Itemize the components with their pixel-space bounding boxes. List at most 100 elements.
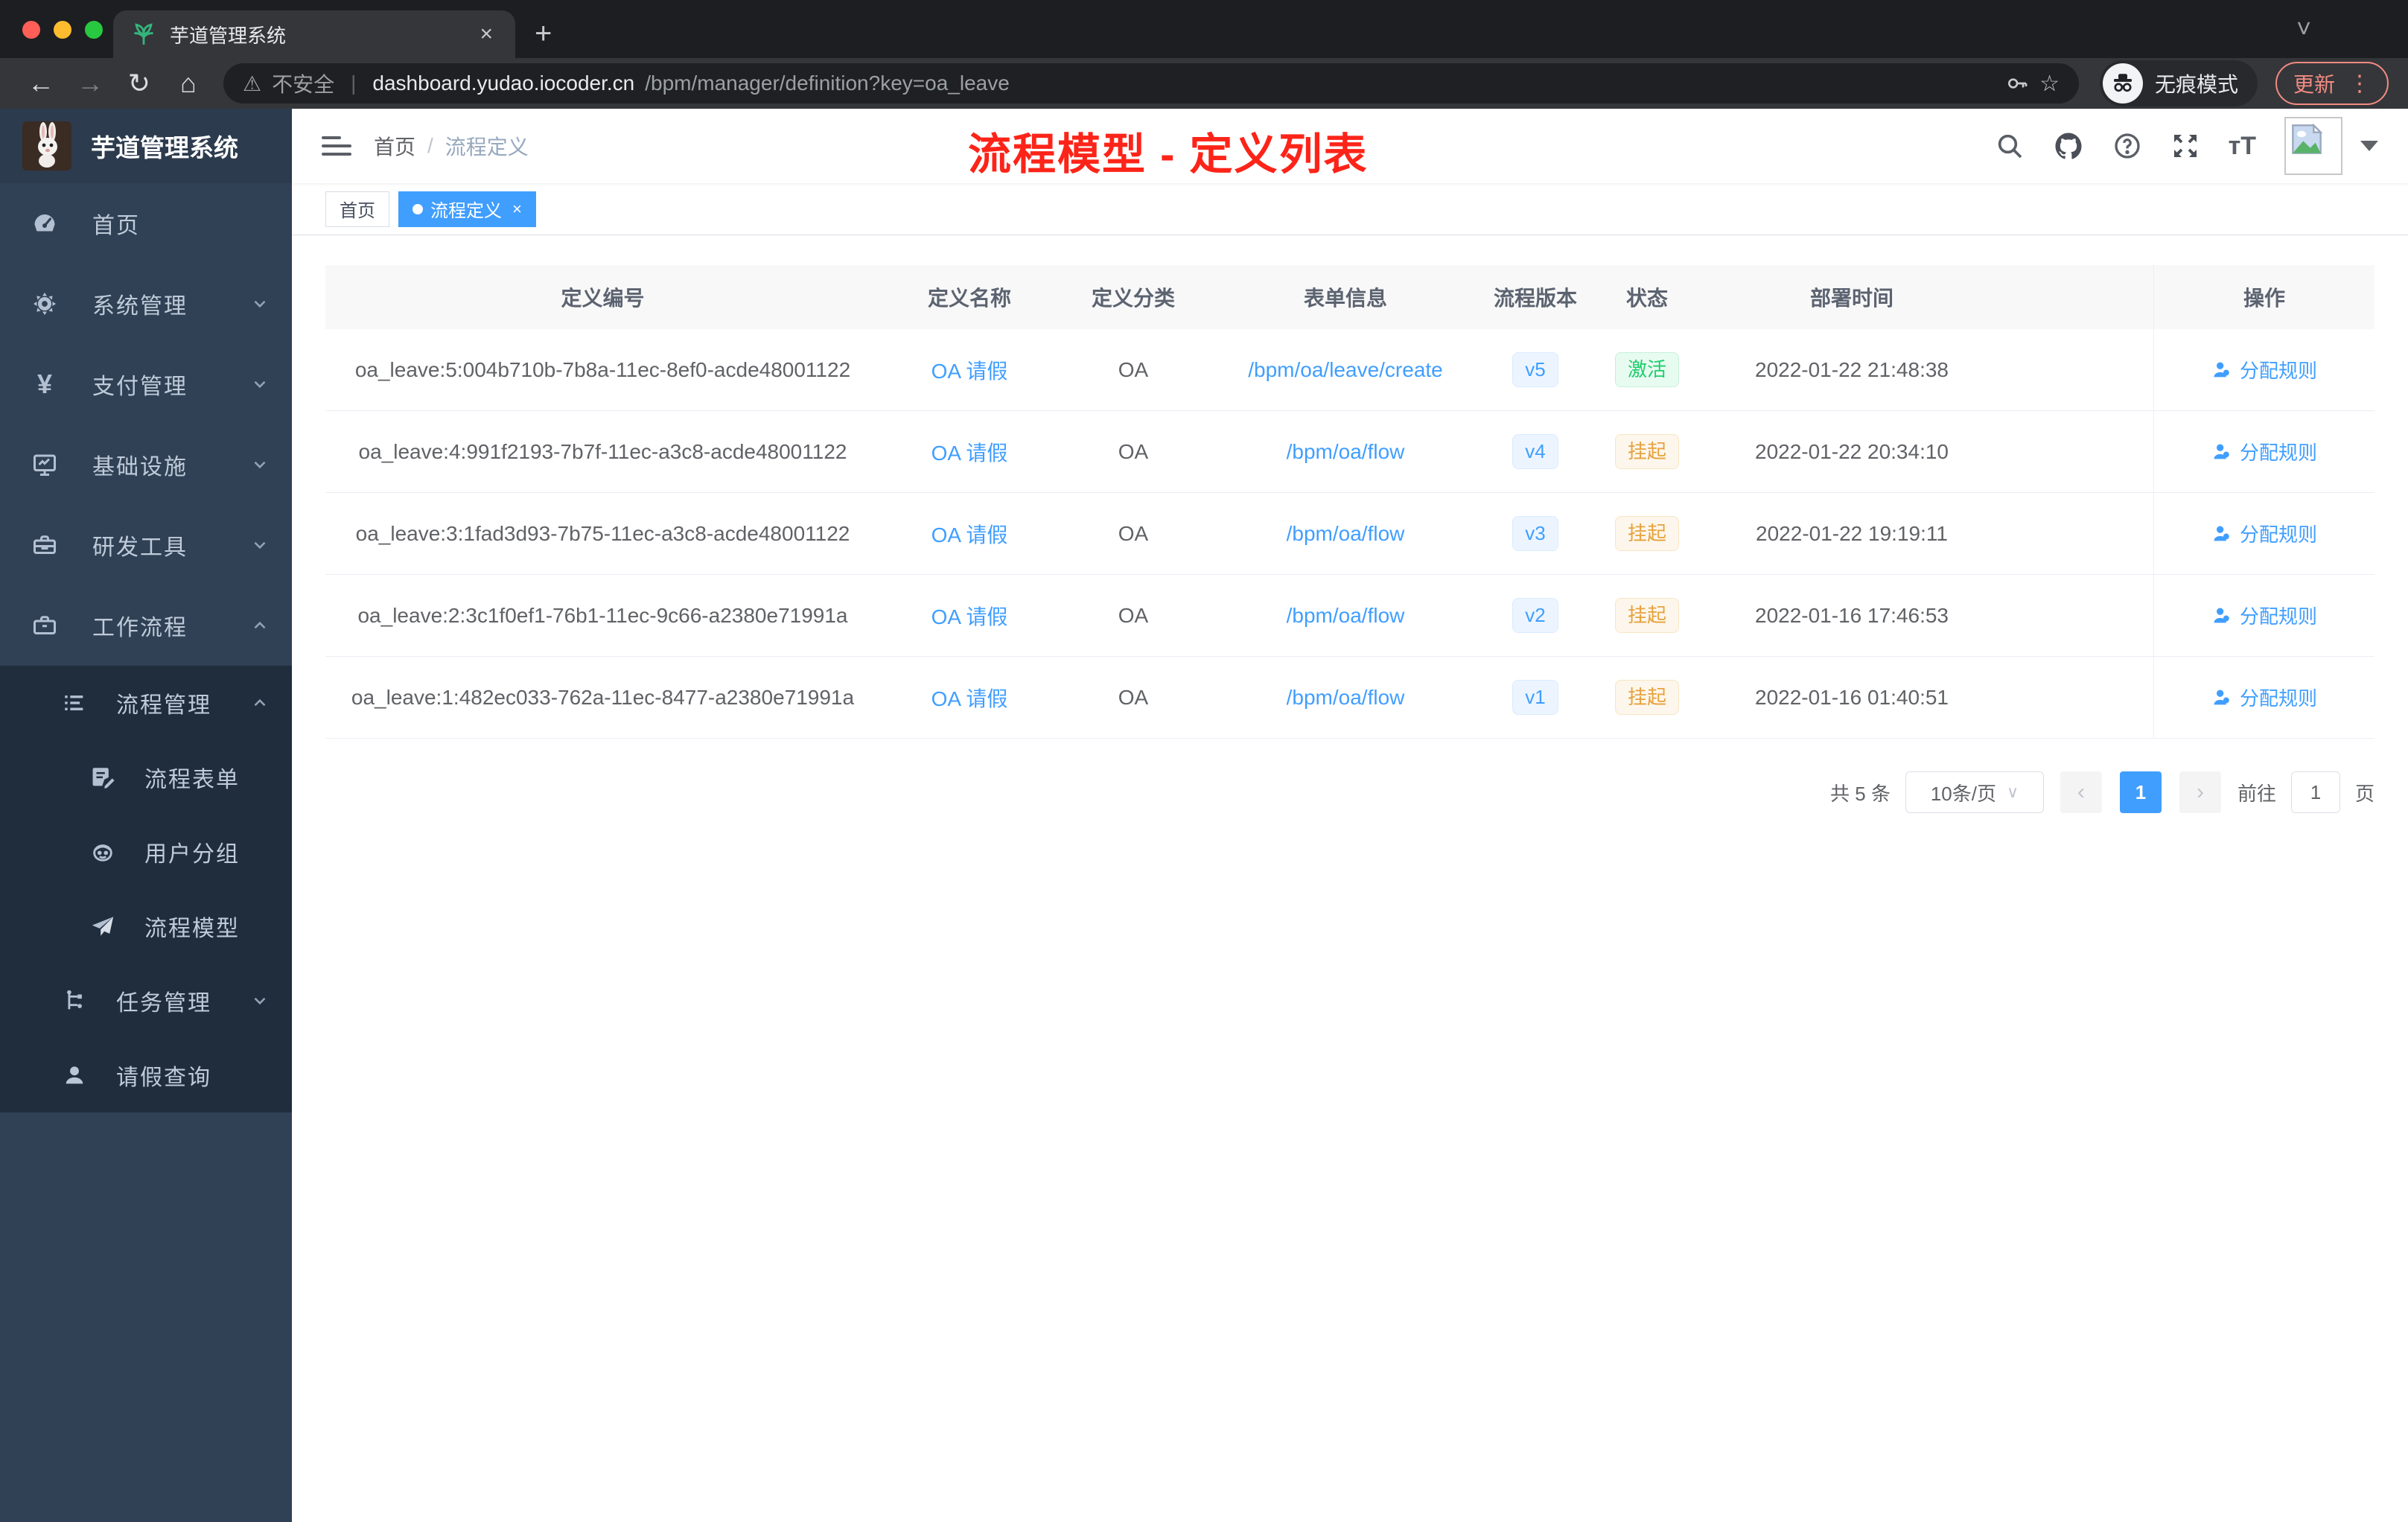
sidebar-item-label: 任务管理 bbox=[116, 991, 211, 1016]
assign-rule-label: 分配规则 bbox=[2239, 523, 2317, 546]
browser-tab[interactable]: 芋道管理系统 × bbox=[113, 10, 515, 58]
user-icon bbox=[2214, 526, 2229, 541]
minimize-window-button[interactable] bbox=[54, 21, 71, 39]
avatar-caret-icon[interactable] bbox=[2360, 141, 2378, 151]
app-title: 芋道管理系统 bbox=[91, 134, 238, 162]
sidebar-item-infra[interactable]: 基础设施 bbox=[0, 424, 292, 505]
version-tag: v2 bbox=[1512, 597, 1558, 634]
col-header-version: 流程版本 bbox=[1493, 287, 1577, 310]
chevron-down-icon bbox=[250, 455, 270, 474]
window-controls[interactable] bbox=[22, 21, 103, 39]
definition-category: OA bbox=[1118, 357, 1149, 381]
user-avatar[interactable] bbox=[2284, 117, 2342, 175]
definition-name-link[interactable]: OA 请假 bbox=[931, 360, 1008, 383]
sidebar: 芋道管理系统 首页 系统管理 ¥ 支付管理 基础设施 研发工具 工作流程 流程管… bbox=[0, 109, 292, 1522]
tag-close-icon[interactable]: × bbox=[512, 200, 522, 219]
definition-name-link[interactable]: OA 请假 bbox=[931, 442, 1008, 465]
sidebar-item-user-group[interactable]: 用户分组 bbox=[0, 815, 292, 889]
form-link[interactable]: /bpm/oa/flow bbox=[1287, 604, 1405, 627]
sidebar-item-system[interactable]: 系统管理 bbox=[0, 264, 292, 344]
pagination: 共 5 条 10条/页 ∨ ‹ 1 › 前往 页 bbox=[325, 771, 2374, 813]
toolbox-icon bbox=[30, 532, 60, 558]
sidebar-item-process-mgmt[interactable]: 流程管理 bbox=[0, 666, 292, 740]
col-header-category: 定义分类 bbox=[1091, 287, 1175, 310]
tag-current[interactable]: 流程定义 × bbox=[398, 191, 536, 227]
tab-close-icon[interactable]: × bbox=[475, 23, 497, 45]
definition-name-link[interactable]: OA 请假 bbox=[931, 605, 1008, 628]
version-tag: v5 bbox=[1512, 351, 1558, 388]
page-size-select[interactable]: 10条/页 ∨ bbox=[1905, 771, 2044, 813]
definition-id: oa_leave:1:482ec033-762a-11ec-8477-a2380… bbox=[351, 685, 855, 709]
status-badge: 挂起 bbox=[1614, 515, 1679, 552]
assign-rule-button[interactable]: 分配规则 bbox=[2211, 356, 2317, 383]
definition-name-link[interactable]: OA 请假 bbox=[931, 687, 1008, 710]
prev-page-button[interactable]: ‹ bbox=[2060, 771, 2102, 813]
workflow-submenu: 流程管理 流程表单 用户分组 流程模型 任务管理 请假查询 bbox=[0, 666, 292, 1112]
url-separator: | bbox=[351, 71, 357, 95]
sidebar-item-workflow[interactable]: 工作流程 bbox=[0, 585, 292, 666]
browser-menu-icon[interactable]: ⋮ bbox=[2348, 71, 2371, 97]
form-link[interactable]: /bpm/oa/flow bbox=[1287, 440, 1405, 463]
form-link[interactable]: /bpm/oa/leave/create bbox=[1248, 358, 1443, 381]
assign-rule-button[interactable]: 分配规则 bbox=[2211, 438, 2317, 465]
breadcrumb-home[interactable]: 首页 bbox=[374, 131, 415, 161]
tag-home[interactable]: 首页 bbox=[325, 191, 389, 227]
definition-category: OA bbox=[1118, 603, 1149, 627]
sidebar-item-label: 支付管理 bbox=[92, 375, 188, 399]
sidebar-item-leave-query[interactable]: 请假查询 bbox=[0, 1038, 292, 1112]
incognito-label: 无痕模式 bbox=[2154, 73, 2238, 96]
select-chevron-icon: ∨ bbox=[2006, 783, 2019, 801]
help-icon[interactable] bbox=[2112, 131, 2142, 161]
sidebar-item-pay[interactable]: ¥ 支付管理 bbox=[0, 344, 292, 424]
assign-rule-button[interactable]: 分配规则 bbox=[2211, 520, 2317, 547]
assign-rule-button[interactable]: 分配规则 bbox=[2211, 602, 2317, 629]
font-size-icon[interactable]: тT bbox=[2229, 132, 2256, 161]
tab-search-icon[interactable]: ˅ bbox=[2296, 15, 2311, 44]
sidebar-item-process-form[interactable]: 流程表单 bbox=[0, 740, 292, 815]
github-icon[interactable] bbox=[2053, 130, 2084, 162]
col-header-name: 定义名称 bbox=[927, 287, 1011, 310]
app-navbar: 首页 / 流程定义 流程模型 - 定义列表 тT bbox=[292, 109, 2408, 183]
password-key-icon[interactable] bbox=[2005, 71, 2029, 95]
deploy-time: 2022-01-22 21:48:38 bbox=[1755, 357, 1949, 381]
search-icon[interactable] bbox=[1995, 131, 2025, 161]
sidebar-item-dev[interactable]: 研发工具 bbox=[0, 505, 292, 585]
definition-name-link[interactable]: OA 请假 bbox=[931, 523, 1008, 547]
assign-rule-button[interactable]: 分配规则 bbox=[2211, 684, 2317, 711]
form-link[interactable]: /bpm/oa/flow bbox=[1287, 686, 1405, 709]
definition-id: oa_leave:5:004b710b-7b8a-11ec-8ef0-acde4… bbox=[354, 357, 851, 381]
sidebar-logo[interactable]: 芋道管理系统 bbox=[0, 109, 292, 183]
hamburger-icon[interactable] bbox=[322, 136, 351, 156]
address-bar[interactable]: ⚠ 不安全 | dashboard.yudao.iocoder.cn/bpm/m… bbox=[223, 63, 2079, 104]
definition-id: oa_leave:2:3c1f0ef1-76b1-11ec-9c66-a2380… bbox=[357, 603, 848, 627]
home-button[interactable]: ⌂ bbox=[167, 68, 210, 99]
sidebar-item-task-mgmt[interactable]: 任务管理 bbox=[0, 964, 292, 1038]
page-number-button[interactable]: 1 bbox=[2119, 771, 2162, 813]
bookmark-star-icon[interactable]: ☆ bbox=[2039, 71, 2060, 97]
sidebar-item-label: 研发工具 bbox=[92, 535, 188, 560]
forward-button[interactable]: → bbox=[69, 68, 112, 99]
browser-update-button[interactable]: 更新 ⋮ bbox=[2275, 62, 2389, 105]
version-tag: v4 bbox=[1512, 433, 1558, 470]
fullscreen-icon[interactable] bbox=[2170, 131, 2200, 161]
table-row: oa_leave:3:1fad3d93-7b75-11ec-a3c8-acde4… bbox=[325, 493, 2374, 575]
definition-table: 定义编号 定义名称 定义分类 表单信息 流程版本 状态 部署时间 操作 oa_l… bbox=[325, 265, 2374, 739]
back-button[interactable]: ← bbox=[19, 68, 63, 99]
close-window-button[interactable] bbox=[22, 21, 40, 39]
table-row: oa_leave:4:991f2193-7b7f-11ec-a3c8-acde4… bbox=[325, 411, 2374, 493]
sidebar-item-process-model[interactable]: 流程模型 bbox=[0, 889, 292, 964]
form-link[interactable]: /bpm/oa/flow bbox=[1287, 522, 1405, 545]
status-badge: 激活 bbox=[1614, 351, 1679, 388]
update-label: 更新 bbox=[2293, 73, 2335, 96]
breadcrumb: 首页 / 流程定义 bbox=[374, 131, 529, 161]
tag-label: 首页 bbox=[340, 201, 375, 221]
robot-face-icon bbox=[88, 839, 118, 865]
goto-page-input[interactable] bbox=[2290, 771, 2340, 813]
status-badge: 挂起 bbox=[1614, 679, 1679, 716]
maximize-window-button[interactable] bbox=[85, 21, 103, 39]
new-tab-button[interactable]: + bbox=[535, 17, 552, 51]
status-badge: 挂起 bbox=[1614, 433, 1679, 470]
next-page-button[interactable]: › bbox=[2179, 771, 2221, 813]
reload-button[interactable]: ↻ bbox=[118, 68, 161, 99]
sidebar-item-home[interactable]: 首页 bbox=[0, 183, 292, 264]
